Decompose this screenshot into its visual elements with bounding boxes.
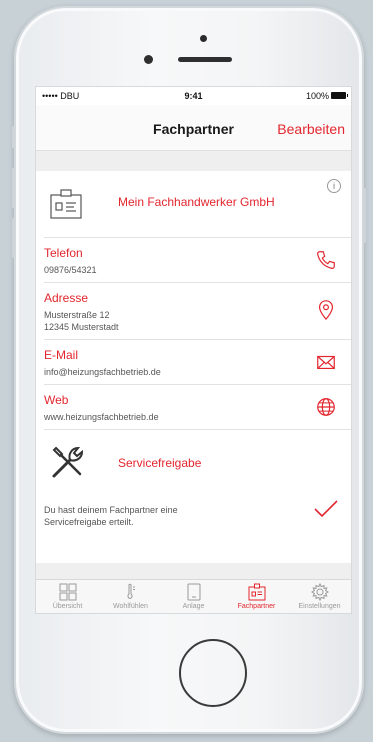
thermometer-icon	[126, 583, 135, 600]
service-section[interactable]: Servicefreigabe Du hast deinem Fachpartn…	[36, 430, 351, 562]
globe-icon[interactable]	[315, 396, 337, 418]
tab-anlage[interactable]: Anlage	[162, 582, 225, 610]
edit-button[interactable]: Bearbeiten	[277, 121, 345, 137]
location-pin-icon[interactable]	[315, 299, 337, 321]
web-value: www.heizungsfachbetrieb.de	[44, 412, 159, 422]
service-description-line1: Du hast deinem Fachpartner eine	[44, 505, 178, 515]
address-line2: 12345 Musterstadt	[44, 322, 119, 332]
earpiece-speaker	[178, 57, 232, 62]
tab-bar: Übersicht Wohlfühlen Anlage Fachpartner …	[36, 579, 351, 613]
status-bar: ••••• DBU 9:41 100%	[36, 87, 351, 105]
address-label: Adresse	[44, 291, 89, 305]
service-description-line2: Servicefreigabe erteilt.	[44, 517, 134, 527]
phone-label: Telefon	[44, 246, 83, 260]
partner-card: Mein Fachhandwerker GmbH i Telefon 09876…	[36, 171, 351, 563]
phone-value: 09876/54321	[44, 265, 97, 275]
id-card-icon	[50, 189, 82, 219]
tab-label: Einstellungen	[298, 603, 341, 610]
address-line1: Musterstraße 12	[44, 310, 110, 320]
home-button[interactable]	[179, 639, 247, 707]
web-label: Web	[44, 393, 69, 407]
tab-label: Anlage	[182, 603, 205, 610]
envelope-icon[interactable]	[315, 351, 337, 373]
battery-icon	[331, 92, 348, 99]
tab-label: Wohlfühlen	[113, 603, 148, 610]
battery-percent: 100%	[305, 91, 329, 101]
top-sensor	[200, 35, 207, 42]
email-row[interactable]: E-Mail info@heizungsfachbetrieb.de	[36, 340, 351, 384]
checkmark-icon	[314, 500, 338, 518]
mute-switch	[12, 126, 15, 148]
tab-uebersicht[interactable]: Übersicht	[36, 582, 99, 610]
volume-up-button	[12, 168, 15, 208]
phone-icon[interactable]	[315, 249, 337, 271]
front-camera	[144, 55, 153, 64]
status-time: 9:41	[184, 91, 203, 101]
company-header: Mein Fachhandwerker GmbH i	[36, 171, 351, 237]
id-card-icon	[248, 583, 265, 601]
tools-icon	[52, 446, 84, 478]
tab-fachpartner[interactable]: Fachpartner	[225, 582, 288, 610]
company-name: Mein Fachhandwerker GmbH	[118, 195, 275, 209]
phone-row[interactable]: Telefon 09876/54321	[36, 238, 351, 282]
tab-label: Übersicht	[52, 603, 83, 610]
gear-icon	[310, 582, 329, 602]
device-icon	[187, 583, 200, 601]
power-button	[363, 188, 366, 243]
web-row[interactable]: Web www.heizungsfachbetrieb.de	[36, 385, 351, 429]
volume-down-button	[12, 218, 15, 258]
address-row[interactable]: Adresse Musterstraße 12 12345 Musterstad…	[36, 283, 351, 339]
grid-icon	[59, 583, 76, 601]
content-area: Mein Fachhandwerker GmbH i Telefon 09876…	[36, 151, 351, 581]
tab-label: Fachpartner	[237, 603, 276, 610]
tab-wohlfuehlen[interactable]: Wohlfühlen	[99, 582, 162, 610]
email-value: info@heizungsfachbetrieb.de	[44, 367, 161, 377]
email-label: E-Mail	[44, 348, 79, 362]
navigation-bar: Fachpartner Bearbeiten	[36, 105, 351, 151]
app-screen: ••••• DBU 9:41 100% Fachpartner Bearbeit…	[35, 86, 352, 614]
tab-einstellungen[interactable]: Einstellungen	[288, 582, 351, 610]
service-title: Servicefreigabe	[118, 456, 202, 470]
info-icon[interactable]: i	[327, 179, 341, 193]
